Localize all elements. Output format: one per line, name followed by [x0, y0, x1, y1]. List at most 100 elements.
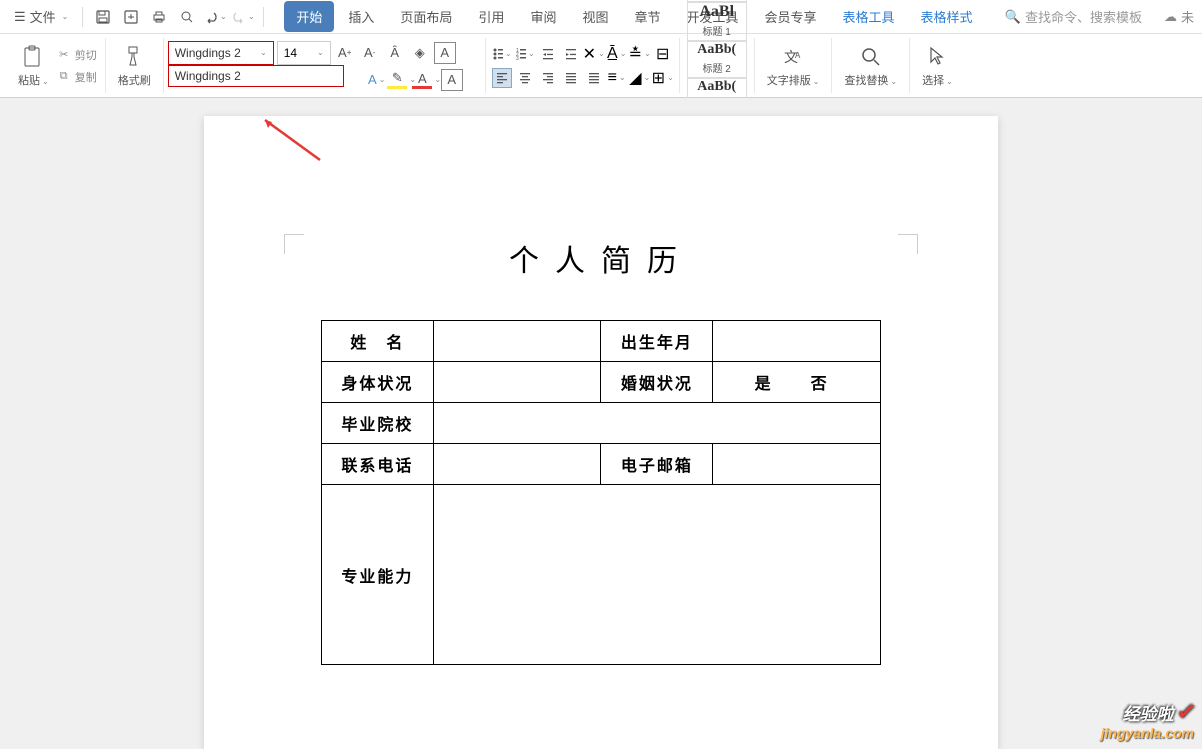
table-row: 专业能力 — [322, 485, 881, 665]
font-group: Wingdings 2 ⌄ Wingdings 2 14 ⌄ A+ A- Ȃ ◈… — [164, 38, 486, 93]
text-layout-icon: 文A — [780, 44, 806, 70]
cell-marital-label[interactable]: 婚姻状况 — [601, 362, 713, 403]
style-label: 正文 — [707, 0, 727, 1]
watermark: 经验啦 ✓ jingyanla.com — [1101, 699, 1194, 741]
print-button[interactable] — [147, 5, 171, 29]
select-group: 选择⌄ — [910, 38, 965, 93]
copy-label: 复制 — [75, 69, 97, 85]
search-placeholder: 查找命令、搜索模板 — [1025, 7, 1142, 26]
hamburger-icon: ☰ — [14, 9, 26, 25]
save-button[interactable] — [91, 5, 115, 29]
style-heading2[interactable]: AaBb( 标题 2 — [687, 41, 747, 78]
decrease-indent-button[interactable] — [538, 44, 558, 64]
font-color-button[interactable]: A⌄ — [416, 69, 438, 91]
cell-birth-label[interactable]: 出生年月 — [601, 321, 713, 362]
cell-birth-value[interactable] — [713, 321, 881, 362]
change-case-button[interactable]: Ȃ — [384, 42, 406, 64]
phonetic-guide-button[interactable] — [459, 42, 481, 64]
save-as-button[interactable] — [119, 5, 143, 29]
align-left-button[interactable] — [492, 68, 512, 88]
tab-start[interactable]: 开始 — [284, 1, 334, 32]
cell-health-value[interactable] — [433, 362, 601, 403]
clear-format-button[interactable]: ◈ — [409, 42, 431, 64]
tab-page-layout[interactable]: 页面布局 — [388, 1, 464, 32]
cell-phone-label[interactable]: 联系电话 — [322, 444, 434, 485]
text-layout-group: 文A 文字排版⌄ — [754, 38, 833, 93]
tab-button[interactable]: ⊟ — [653, 44, 673, 64]
cell-marital-value[interactable]: 是 否 — [713, 362, 881, 403]
cell-email-label[interactable]: 电子邮箱 — [601, 444, 713, 485]
copy-button[interactable]: ⧉ 复制 — [55, 68, 99, 86]
shrink-font-button[interactable]: A- — [359, 42, 381, 64]
select-button[interactable]: 选择⌄ — [916, 42, 959, 90]
search-box[interactable]: 🔍 查找命令、搜索模板 — [997, 7, 1150, 26]
cell-skills-label[interactable]: 专业能力 — [322, 485, 434, 665]
character-shading-button[interactable]: A — [441, 69, 463, 91]
grow-font-button[interactable]: A+ — [334, 42, 356, 64]
ribbon-toolbar: 粘贴⌄ ✂剪切 ⧉ 复制 格式刷 Wingdings 2 ⌄ Wingdings … — [0, 34, 1202, 98]
tab-references[interactable]: 引用 — [466, 1, 516, 32]
highlight-icon: ✎ — [392, 70, 403, 86]
print-preview-button[interactable] — [175, 5, 199, 29]
font-name-input[interactable]: Wingdings 2 ⌄ Wingdings 2 — [168, 41, 274, 65]
font-size-value: 14 — [284, 46, 297, 60]
file-menu[interactable]: ☰ 文件 ⌄ — [8, 7, 74, 26]
divider — [263, 7, 264, 27]
asian-layout-button[interactable]: Ā̲⌄ — [607, 44, 627, 64]
align-right-button[interactable] — [538, 68, 558, 88]
tab-sections[interactable]: 章节 — [622, 1, 672, 32]
text-layout-button[interactable]: 文A 文字排版⌄ — [761, 42, 826, 90]
align-justify-button[interactable] — [561, 68, 581, 88]
tab-table-style[interactable]: 表格样式 — [909, 1, 985, 32]
cell-school-label[interactable]: 毕业院校 — [322, 403, 434, 444]
tab-view[interactable]: 视图 — [570, 1, 620, 32]
text-effect-button[interactable]: A⌄ — [366, 69, 388, 91]
line-spacing-button[interactable]: ≡⌄ — [607, 68, 627, 88]
document-page[interactable]: 个人简历 姓 名 出生年月 身体状况 婚姻状况 是 否 毕业院校 联系电话 — [204, 116, 998, 749]
sort-button[interactable]: ≛⌄ — [630, 44, 650, 64]
resume-table[interactable]: 姓 名 出生年月 身体状况 婚姻状况 是 否 毕业院校 联系电话 电子邮箱 — [321, 320, 881, 665]
redo-button[interactable]: ⌄ — [231, 5, 255, 29]
character-border-button[interactable]: A — [434, 42, 456, 64]
search-icon: 🔍 — [1005, 9, 1021, 25]
shading-button[interactable]: ◢⌄ — [630, 68, 650, 88]
tab-insert[interactable]: 插入 — [336, 1, 386, 32]
table-row: 毕业院校 — [322, 403, 881, 444]
increase-indent-button[interactable] — [561, 44, 581, 64]
svg-text:A: A — [795, 51, 801, 60]
tab-review[interactable]: 审阅 — [518, 1, 568, 32]
watermark-url: jingyanla.com — [1101, 725, 1194, 741]
cell-phone-value[interactable] — [433, 444, 601, 485]
align-center-button[interactable] — [515, 68, 535, 88]
find-replace-label: 查找替换⌄ — [844, 72, 897, 88]
chevron-down-icon: ⌄ — [317, 48, 324, 57]
chevron-down-icon: ⌄ — [248, 12, 255, 21]
font-dropdown-item[interactable]: Wingdings 2 — [168, 65, 344, 87]
paste-button[interactable]: 粘贴⌄ — [12, 42, 55, 90]
scissors-icon: ✂ — [57, 48, 71, 62]
distributed-button[interactable] — [584, 68, 604, 88]
undo-button[interactable]: ⌄ — [203, 5, 227, 29]
numbering-button[interactable]: 123⌄ — [515, 44, 535, 64]
tab-member[interactable]: 会员专享 — [753, 1, 829, 32]
weather-widget[interactable]: ☁ 未 — [1164, 7, 1194, 26]
border-button[interactable]: ⊞⌄ — [653, 68, 673, 88]
cell-school-value[interactable] — [433, 403, 880, 444]
cell-name-label[interactable]: 姓 名 — [322, 321, 434, 362]
cut-button[interactable]: ✂剪切 — [55, 46, 99, 64]
cell-health-label[interactable]: 身体状况 — [322, 362, 434, 403]
bullets-button[interactable]: ⌄ — [492, 44, 512, 64]
cell-skills-value[interactable] — [433, 485, 880, 665]
cell-name-value[interactable] — [433, 321, 601, 362]
text-direction-button[interactable]: ✕⌄ — [584, 44, 604, 64]
tab-table-tools[interactable]: 表格工具 — [831, 1, 907, 32]
font-color-icon: A — [418, 71, 427, 86]
find-replace-button[interactable]: 查找替换⌄ — [838, 42, 903, 90]
font-size-input[interactable]: 14 ⌄ — [277, 41, 331, 65]
cell-email- value[interactable] — [713, 444, 881, 485]
highlight-button[interactable]: ✎⌄ — [391, 69, 413, 91]
format-painter-button[interactable]: 格式刷 — [112, 42, 157, 90]
format-painter-label: 格式刷 — [118, 72, 151, 88]
style-heading1[interactable]: AaBl 标题 1 — [687, 2, 747, 41]
copy-icon: ⧉ — [57, 70, 71, 84]
